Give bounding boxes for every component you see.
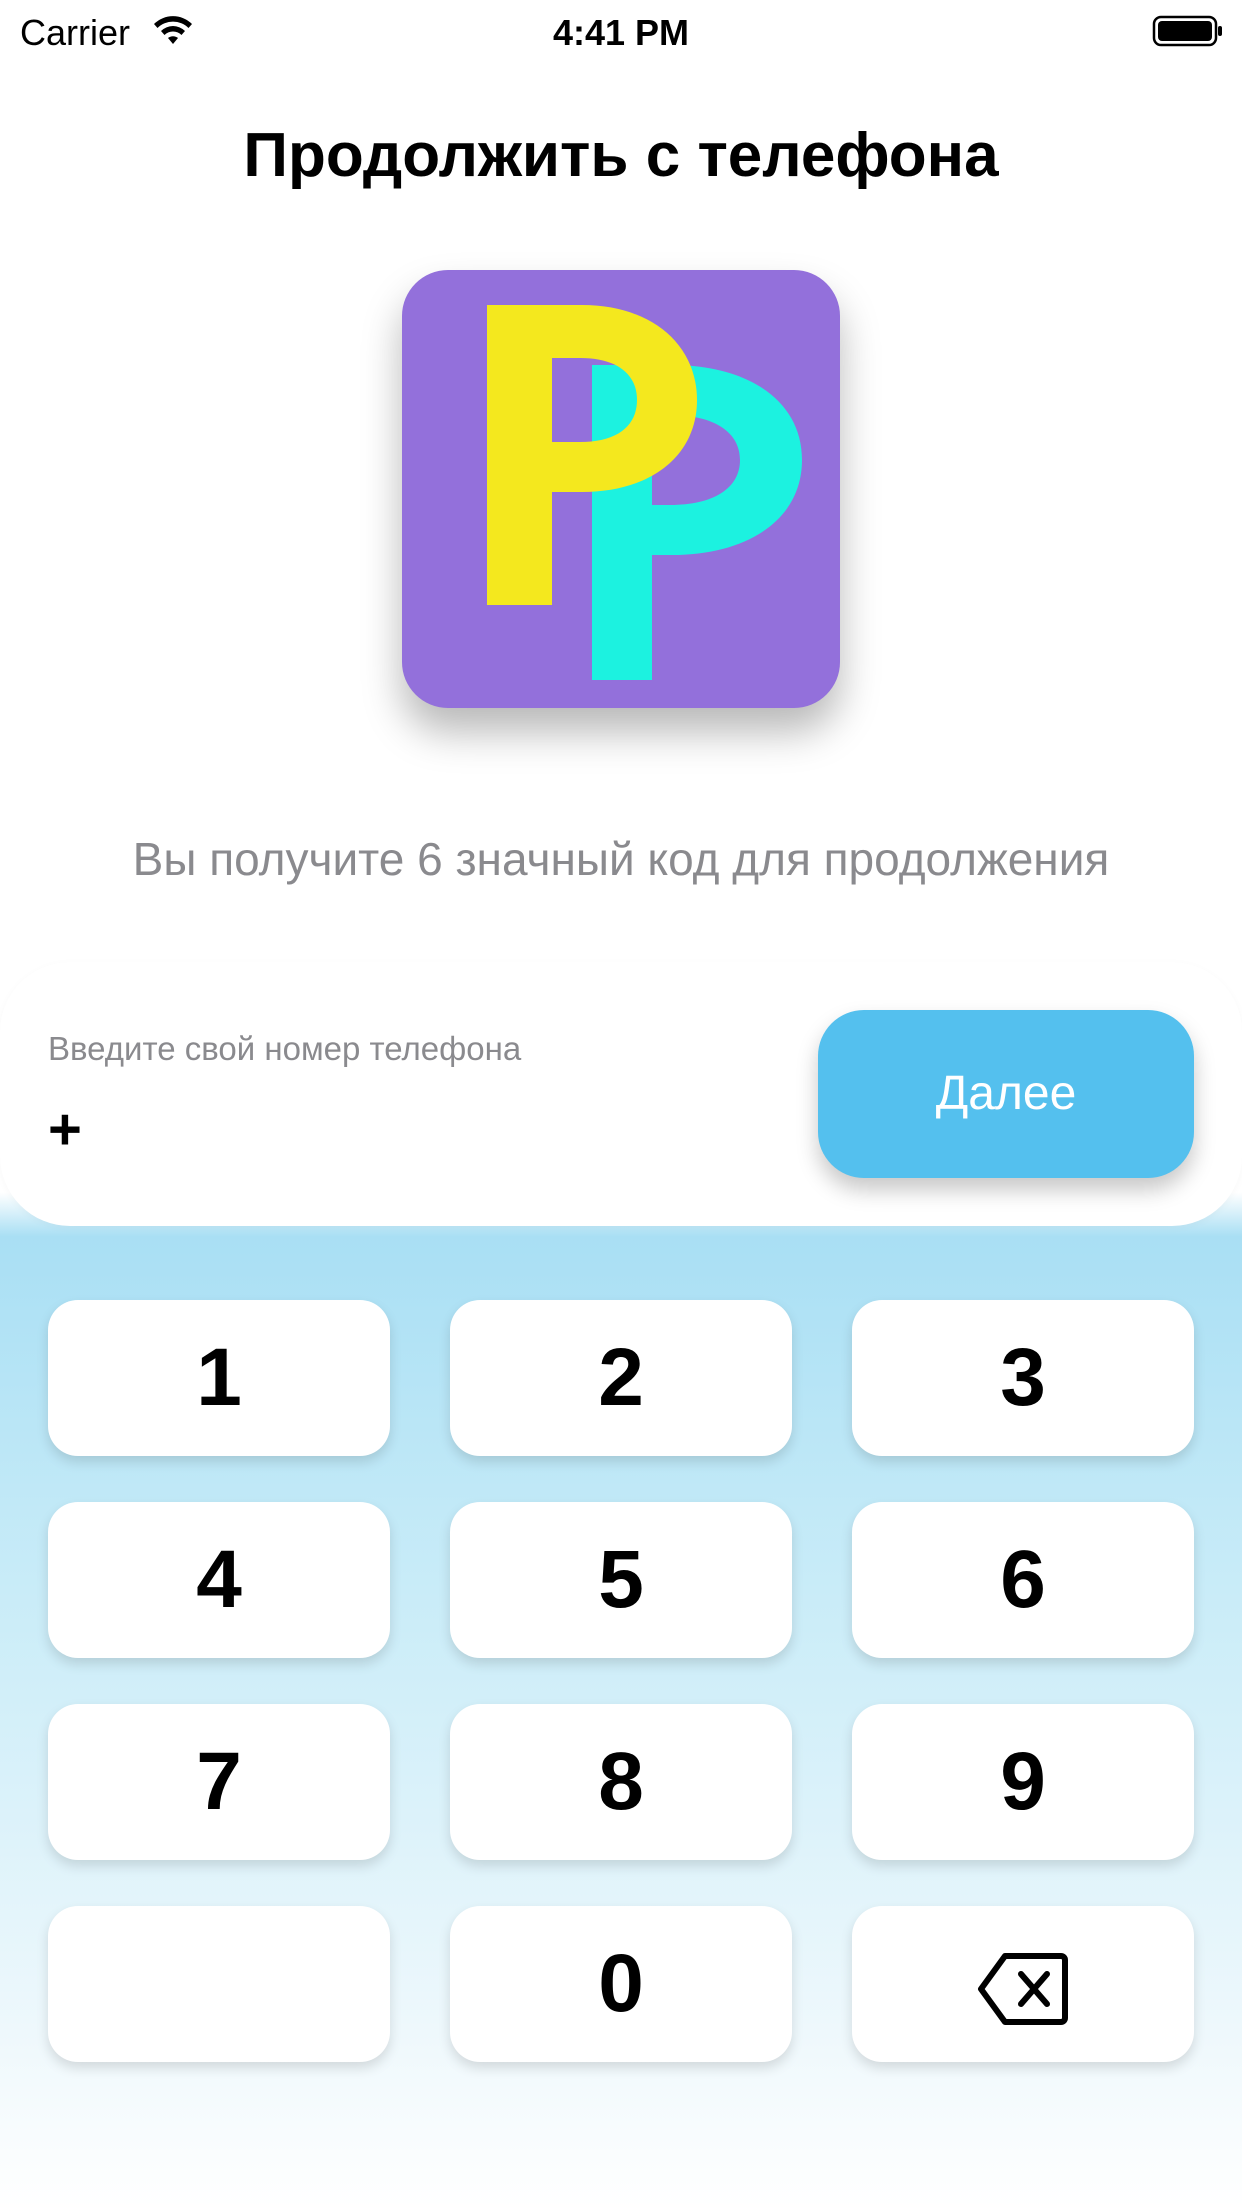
phone-input[interactable]: + <box>48 1096 768 1166</box>
key-5[interactable]: 5 <box>450 1502 792 1658</box>
key-6[interactable]: 6 <box>852 1502 1194 1658</box>
key-8[interactable]: 8 <box>450 1704 792 1860</box>
key-blank <box>48 1906 390 2062</box>
app-logo <box>402 270 840 708</box>
subtitle: Вы получите 6 значный код для продолжени… <box>132 833 1110 885</box>
key-4[interactable]: 4 <box>48 1502 390 1658</box>
key-3[interactable]: 3 <box>852 1300 1194 1456</box>
next-button[interactable]: Далее <box>818 1010 1194 1178</box>
key-9[interactable]: 9 <box>852 1704 1194 1860</box>
logo-graphic <box>487 305 802 680</box>
key-7[interactable]: 7 <box>48 1704 390 1860</box>
key-0[interactable]: 0 <box>450 1906 792 2062</box>
phone-label: Введите свой номер телефона <box>48 1030 522 1067</box>
page-title: Продолжить с телефона <box>243 121 999 190</box>
delete-key[interactable] <box>852 1906 1194 2062</box>
battery-icon <box>1152 15 1222 47</box>
status-bar: Carrier 4:41 PM <box>0 0 1242 64</box>
clock: 4:41 PM <box>552 12 690 53</box>
key-2[interactable]: 2 <box>450 1300 792 1456</box>
backspace-icon <box>978 1953 1068 2026</box>
key-1[interactable]: 1 <box>48 1300 390 1456</box>
